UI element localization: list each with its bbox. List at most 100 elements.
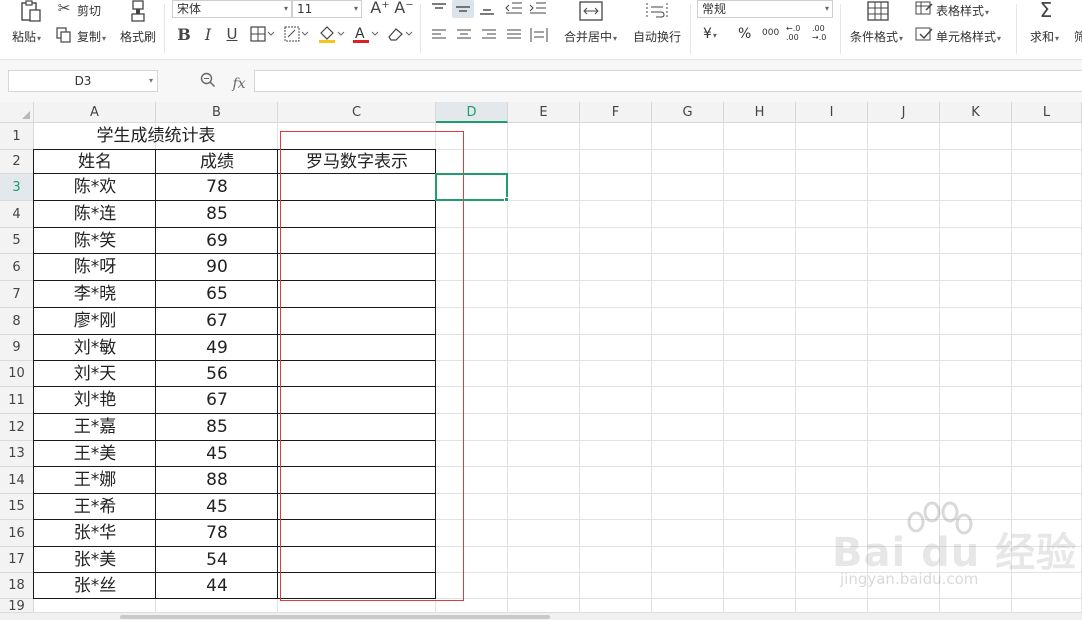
- clear-format-icon[interactable]: [386, 25, 414, 45]
- column-header-g[interactable]: G: [652, 102, 724, 123]
- cell-style-icon[interactable]: [914, 26, 934, 44]
- score-cell[interactable]: 45: [156, 494, 278, 520]
- shrink-font-icon[interactable]: A⁻: [394, 0, 414, 16]
- score-cell[interactable]: 67: [156, 308, 278, 335]
- format-painter-icon[interactable]: [128, 0, 148, 24]
- row-header-11[interactable]: 11: [0, 387, 34, 414]
- column-header-f[interactable]: F: [580, 102, 652, 123]
- name-cell[interactable]: 陈*呀: [34, 254, 156, 281]
- zoom-search-icon[interactable]: [200, 72, 218, 92]
- align-middle-icon[interactable]: [452, 0, 474, 18]
- align-center-icon[interactable]: [455, 28, 473, 44]
- row-header-17[interactable]: 17: [0, 547, 34, 573]
- column-header-e[interactable]: E: [508, 102, 580, 123]
- name-cell[interactable]: 张*美: [34, 547, 156, 573]
- sum-icon[interactable]: Σ: [1036, 0, 1056, 20]
- font-name-select[interactable]: 宋体 ▾: [172, 0, 292, 18]
- paste-button[interactable]: 粘贴▾: [12, 28, 41, 45]
- score-cell[interactable]: 56: [156, 361, 278, 387]
- score-cell[interactable]: 54: [156, 547, 278, 573]
- currency-button[interactable]: ¥▾: [703, 26, 717, 42]
- name-box[interactable]: D3 ▾: [8, 70, 158, 92]
- row-header-3[interactable]: 3: [0, 174, 34, 201]
- spreadsheet-grid[interactable]: A B C D E F G H I J K L 1 2 3 4 5 6 7 8 9 10 11 12 13 14 15 16 17 18 1…: [0, 102, 1082, 620]
- name-cell[interactable]: 陈*笑: [34, 228, 156, 254]
- font-color-icon[interactable]: A: [352, 25, 380, 45]
- row-header-7[interactable]: 7: [0, 281, 34, 308]
- row-header-15[interactable]: 15: [0, 494, 34, 520]
- row-header-18[interactable]: 18: [0, 573, 34, 599]
- sheet-title[interactable]: 学生成绩统计表: [34, 123, 278, 150]
- scissors-icon[interactable]: ✂: [56, 1, 72, 17]
- column-header-a[interactable]: A: [34, 102, 156, 123]
- row-header-9[interactable]: 9: [0, 335, 34, 361]
- score-cell[interactable]: 44: [156, 573, 278, 599]
- conditional-format-icon[interactable]: [866, 0, 890, 22]
- align-top-icon[interactable]: [430, 2, 448, 18]
- score-cell[interactable]: 67: [156, 387, 278, 414]
- insert-function-icon[interactable]: fx: [232, 76, 245, 92]
- column-header-k[interactable]: K: [940, 102, 1012, 123]
- row-header-16[interactable]: 16: [0, 520, 34, 547]
- column-header-d[interactable]: D: [436, 102, 508, 123]
- fill-handle[interactable]: [504, 197, 509, 202]
- name-cell[interactable]: 李*晓: [34, 281, 156, 308]
- active-cell-selection[interactable]: [435, 173, 508, 201]
- font-size-select[interactable]: 11 ▾: [292, 0, 362, 18]
- select-all-corner[interactable]: [0, 102, 34, 123]
- row-header-14[interactable]: 14: [0, 467, 34, 494]
- horizontal-scrollbar[interactable]: [0, 612, 1082, 620]
- grow-font-icon[interactable]: A⁺: [370, 0, 390, 16]
- row-header-8[interactable]: 8: [0, 308, 34, 335]
- name-cell[interactable]: 刘*敏: [34, 335, 156, 361]
- conditional-format-button[interactable]: 条件格式▾: [850, 28, 903, 45]
- row-header-4[interactable]: 4: [0, 201, 34, 228]
- format-painter-button[interactable]: 格式刷: [120, 28, 156, 45]
- row-header-6[interactable]: 6: [0, 254, 34, 281]
- table-style-icon[interactable]: [914, 0, 934, 18]
- filter-button[interactable]: 筛: [1074, 28, 1082, 45]
- name-cell[interactable]: 刘*艳: [34, 387, 156, 414]
- justify-icon[interactable]: [505, 28, 523, 44]
- score-cell[interactable]: 65: [156, 281, 278, 308]
- row-header-1[interactable]: 1: [0, 123, 34, 150]
- merge-center-button[interactable]: 合并居中▾: [564, 28, 617, 45]
- increase-decimal-button[interactable]: ←.0 .00: [786, 24, 806, 42]
- percent-button[interactable]: %: [738, 26, 751, 42]
- score-cell[interactable]: 90: [156, 254, 278, 281]
- wrap-text-icon[interactable]: [644, 0, 670, 22]
- merge-center-icon[interactable]: [578, 0, 604, 22]
- copy-icon[interactable]: [56, 27, 72, 43]
- underline-icon[interactable]: U: [224, 27, 240, 42]
- table-header-cell[interactable]: 成绩: [156, 150, 278, 174]
- name-cell[interactable]: 陈*欢: [34, 174, 156, 201]
- column-header-j[interactable]: J: [868, 102, 940, 123]
- wrap-text-button[interactable]: 自动换行: [633, 28, 681, 45]
- name-cell[interactable]: 张*华: [34, 520, 156, 547]
- name-cell[interactable]: 王*美: [34, 441, 156, 467]
- align-left-icon[interactable]: [430, 28, 448, 44]
- column-header-c[interactable]: C: [278, 102, 436, 123]
- name-cell[interactable]: 王*娜: [34, 467, 156, 494]
- score-cell[interactable]: 85: [156, 414, 278, 441]
- row-header-5[interactable]: 5: [0, 228, 34, 254]
- copy-button[interactable]: 复制▾: [77, 28, 106, 45]
- thousands-separator-button[interactable]: 000: [762, 28, 779, 38]
- align-right-icon[interactable]: [480, 28, 498, 44]
- bold-icon[interactable]: B: [176, 27, 192, 43]
- border-icon[interactable]: [250, 26, 276, 44]
- paste-icon[interactable]: [18, 0, 42, 24]
- increase-indent-icon[interactable]: [528, 0, 548, 18]
- fill-color-icon[interactable]: [318, 25, 346, 45]
- score-cell[interactable]: 85: [156, 201, 278, 228]
- sum-button[interactable]: 求和▾: [1030, 28, 1059, 45]
- row-header-13[interactable]: 13: [0, 441, 34, 467]
- table-style-button[interactable]: 表格样式▾: [936, 2, 989, 19]
- column-header-h[interactable]: H: [724, 102, 796, 123]
- row-header-10[interactable]: 10: [0, 361, 34, 387]
- column-header-l[interactable]: L: [1012, 102, 1082, 123]
- score-cell[interactable]: 45: [156, 441, 278, 467]
- name-cell[interactable]: 王*希: [34, 494, 156, 520]
- table-header-cell[interactable]: 姓名: [34, 150, 156, 174]
- score-cell[interactable]: 78: [156, 520, 278, 547]
